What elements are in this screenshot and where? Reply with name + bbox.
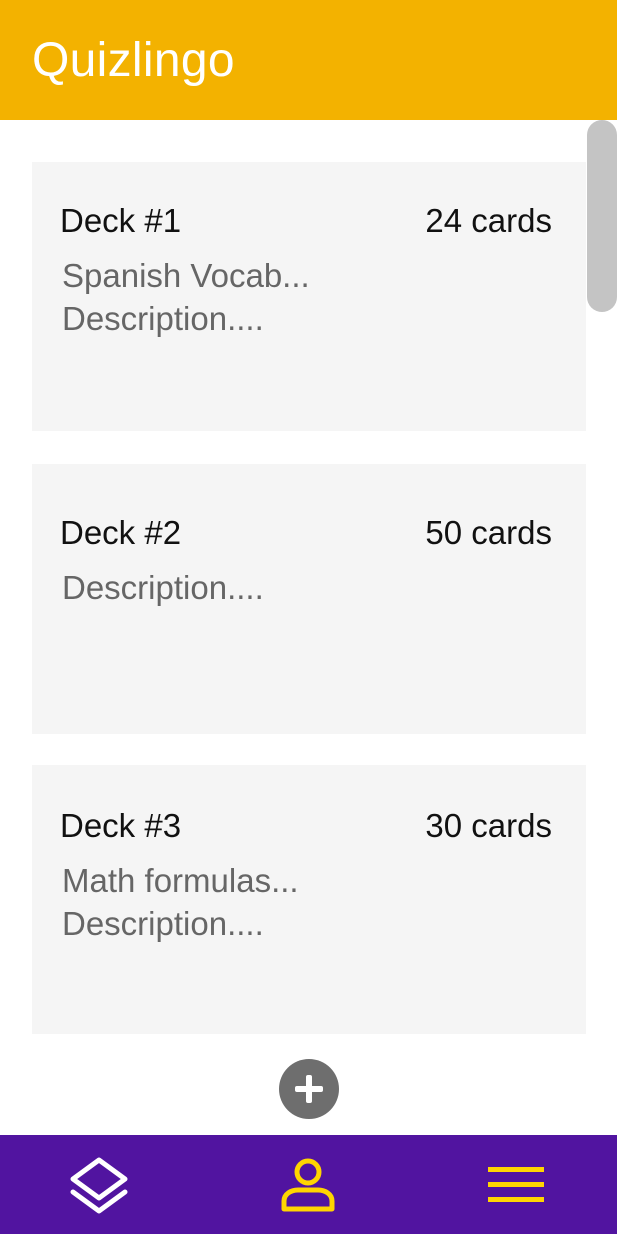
- menu-icon: [488, 1166, 544, 1202]
- deck-card-count: 50 cards: [425, 514, 552, 551]
- nav-profile[interactable]: [258, 1135, 358, 1234]
- app-header: Quizlingo: [0, 0, 617, 120]
- layers-icon: [70, 1157, 128, 1213]
- scrollbar-thumb[interactable]: [587, 120, 617, 312]
- deck-description: Spanish Vocab... Description....: [62, 254, 310, 340]
- deck-card-2[interactable]: Deck #2 50 cards Description....: [32, 464, 586, 734]
- deck-card-1[interactable]: Deck #1 24 cards Spanish Vocab... Descri…: [32, 162, 586, 431]
- deck-description-text: Description....: [62, 569, 264, 606]
- profile-icon: [281, 1158, 335, 1211]
- plus-icon: [295, 1075, 323, 1103]
- deck-list[interactable]: Deck #1 24 cards Spanish Vocab... Descri…: [0, 120, 617, 1134]
- deck-subtitle: Spanish Vocab...: [62, 257, 310, 294]
- deck-card-count: 30 cards: [425, 807, 552, 844]
- bottom-nav: [0, 1135, 617, 1234]
- deck-title: Deck #2: [60, 514, 182, 551]
- deck-card-3[interactable]: Deck #3 30 cards Math formulas... Descri…: [32, 765, 586, 1034]
- app-screen: Quizlingo Deck #1 24 cards Spanish Vocab…: [0, 0, 617, 1234]
- deck-description-text: Description....: [62, 300, 264, 337]
- app-title: Quizlingo: [32, 33, 235, 87]
- deck-description: Description....: [62, 566, 264, 609]
- nav-menu[interactable]: [466, 1135, 566, 1234]
- deck-title: Deck #3: [60, 807, 182, 844]
- add-deck-button[interactable]: [279, 1059, 339, 1119]
- deck-description-text: Description....: [62, 905, 264, 942]
- nav-decks[interactable]: [49, 1135, 149, 1234]
- deck-title: Deck #1: [60, 202, 182, 239]
- deck-subtitle: Math formulas...: [62, 862, 299, 899]
- deck-card-count: 24 cards: [425, 202, 552, 239]
- deck-description: Math formulas... Description....: [62, 859, 299, 945]
- scrollbar[interactable]: [587, 120, 617, 312]
